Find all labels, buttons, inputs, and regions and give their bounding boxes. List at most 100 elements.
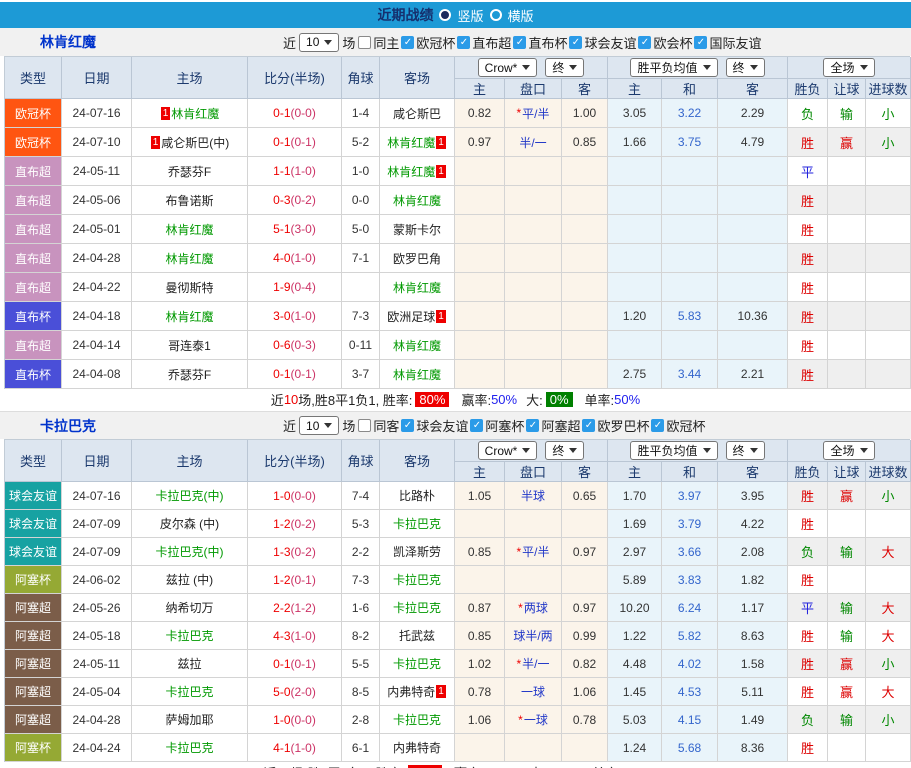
euro-home-odds: 1.70 [608, 482, 662, 510]
league-checkbox-label: 球会友谊 [416, 416, 468, 435]
avg-odds-dropdown[interactable]: 胜平负均值 [630, 58, 717, 77]
league-checkbox[interactable]: ✓欧会杯 [638, 33, 692, 52]
euro-draw-odds: 3.22 [662, 99, 718, 128]
handicap-home-odds [455, 215, 505, 244]
games-suffix-label: 场 [342, 416, 355, 435]
fulltime-score: 4-3 [273, 629, 290, 643]
result-cell: 胜 [788, 566, 828, 594]
fulltime-score: 0-1 [273, 106, 290, 120]
fulltime-score: 1-0 [273, 713, 290, 727]
fulltime-score: 1-9 [273, 280, 290, 294]
scope-dropdown[interactable]: 全场 [823, 441, 874, 460]
euro-final-dropdown[interactable]: 终 [726, 58, 765, 77]
halftime-score: (0-1) [291, 573, 316, 587]
euro-final-dropdown-value: 终 [733, 59, 745, 76]
result-cell: 胜 [788, 650, 828, 678]
euro-odds-header-group: 胜平负均值终 [608, 57, 788, 79]
home-team-cell: 乔瑟芬F [132, 360, 248, 389]
company-dropdown[interactable]: Crow* [478, 441, 538, 460]
filter-bar: 近10场同主✓欧冠杯✓直布超✓直布杯✓球会友谊✓欧会杯✓国际友谊 [280, 33, 764, 52]
goals-result-cell [866, 244, 911, 273]
away-team-cell: 比路朴 [380, 482, 455, 510]
handicap-final-dropdown[interactable]: 终 [545, 441, 584, 460]
checked-checkbox-icon: ✓ [470, 419, 483, 432]
company-dropdown-value: Crow* [485, 61, 518, 75]
league-checkbox[interactable]: ✓欧罗巴杯 [582, 416, 649, 435]
handicap-away-odds: 0.78 [562, 706, 608, 734]
handicap-odds-header-group: Crow* 终 [455, 440, 608, 462]
halftime-score: (1-0) [291, 164, 316, 178]
league-checkbox[interactable]: ✓阿塞杯 [470, 416, 524, 435]
sub-column-header: 客 [718, 462, 788, 482]
home-team: 卡拉巴克 [165, 627, 213, 644]
summary-value: 50% [614, 392, 640, 407]
league-checkbox[interactable]: ✓直布杯 [513, 33, 567, 52]
euro-home-odds [608, 157, 662, 186]
euro-away-odds: 4.22 [718, 510, 788, 538]
league-checkbox[interactable]: ✓球会友谊 [401, 416, 468, 435]
league-checkbox-label: 国际友谊 [709, 33, 761, 52]
handicap-home-odds: 0.97 [455, 128, 505, 157]
euro-draw-odds [662, 273, 718, 302]
handicap-line: *一球 [505, 706, 562, 734]
sub-column-header: 主 [608, 462, 662, 482]
away-team-cell: 托武兹 [380, 622, 455, 650]
league-checkbox[interactable]: ✓欧冠杯 [401, 33, 455, 52]
handicap-line: 半球 [505, 482, 562, 510]
summary-label: 单率: [592, 763, 622, 768]
company-dropdown[interactable]: Crow* [478, 58, 538, 77]
euro-draw-odds: 3.66 [662, 538, 718, 566]
avg-odds-dropdown[interactable]: 胜平负均值 [630, 441, 717, 460]
team-section: 林肯红魔近10场同主✓欧冠杯✓直布超✓直布杯✓球会友谊✓欧会杯✓国际友谊类型日期… [0, 28, 911, 409]
home-team: 曼彻斯特 [165, 279, 213, 296]
match-type-badge: 阿塞超 [5, 650, 62, 678]
match-date: 24-04-28 [62, 706, 132, 734]
handicap-line: 半/一 [505, 128, 562, 157]
scope-dropdown-value: 全场 [830, 59, 854, 76]
sub-column-header: 客 [562, 79, 608, 99]
handicap-line [505, 360, 562, 389]
fulltime-score: 1-1 [273, 164, 290, 178]
handicap-line: 一球 [505, 678, 562, 706]
halftime-score: (0-4) [291, 280, 316, 294]
column-header: 日期 [62, 440, 132, 482]
away-team-cell: 蒙斯卡尔 [380, 215, 455, 244]
handicap-final-dropdown-value: 终 [552, 442, 564, 459]
same-venue-checkbox[interactable]: 同客 [358, 416, 399, 435]
avg-odds-dropdown-value: 胜平负均值 [637, 442, 697, 459]
handicap-final-dropdown[interactable]: 终 [545, 58, 584, 77]
halftime-score: (2-0) [291, 685, 316, 699]
corner-score: 7-4 [342, 482, 380, 510]
league-checkbox[interactable]: ✓阿塞超 [526, 416, 580, 435]
chevron-down-icon [522, 448, 530, 453]
euro-home-odds: 2.97 [608, 538, 662, 566]
handicap-away-odds [562, 157, 608, 186]
league-checkbox[interactable]: ✓国际友谊 [694, 33, 761, 52]
result-cell: 胜 [788, 331, 828, 360]
halftime-score: (1-2) [291, 601, 316, 615]
match-date: 24-05-04 [62, 678, 132, 706]
league-checkbox[interactable]: ✓直布超 [457, 33, 511, 52]
games-count-dropdown[interactable]: 10 [299, 33, 339, 52]
vertical-layout-radio[interactable] [439, 9, 451, 21]
games-count-dropdown[interactable]: 10 [299, 416, 339, 435]
result-cell: 胜 [788, 215, 828, 244]
horizontal-layout-radio[interactable] [490, 9, 502, 21]
handicap-away-odds [562, 360, 608, 389]
match-type-badge: 欧冠杯 [5, 128, 62, 157]
handicap-result-cell: 输 [828, 538, 866, 566]
score-cell: 3-0(1-0) [248, 302, 342, 331]
league-checkbox[interactable]: ✓球会友谊 [569, 33, 636, 52]
result-cell: 胜 [788, 678, 828, 706]
same-venue-checkbox[interactable]: 同主 [358, 33, 399, 52]
match-type-badge: 球会友谊 [5, 538, 62, 566]
match-date: 24-04-08 [62, 360, 132, 389]
scope-dropdown[interactable]: 全场 [823, 58, 874, 77]
column-header: 客场 [380, 440, 455, 482]
games-suffix-label: 场 [342, 33, 355, 52]
handicap-result-cell [828, 157, 866, 186]
euro-final-dropdown[interactable]: 终 [726, 441, 765, 460]
handicap-result-cell [828, 510, 866, 538]
rank-badge: 1 [161, 107, 171, 120]
league-checkbox[interactable]: ✓欧冠杯 [651, 416, 705, 435]
